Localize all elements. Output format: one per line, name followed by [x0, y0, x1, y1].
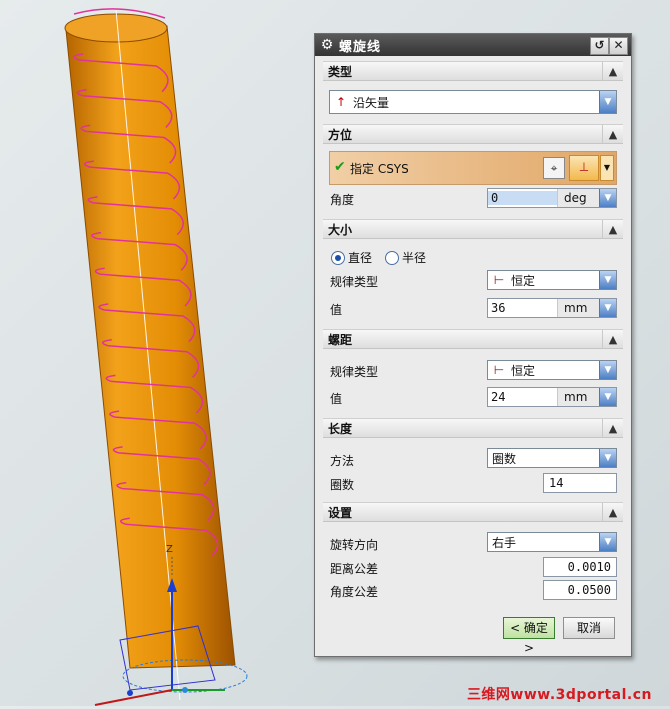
chevron-down-icon[interactable]: ▼ [599, 388, 616, 406]
close-button[interactable]: ✕ [609, 37, 628, 55]
section-pitch-header[interactable]: 螺距 ▲ [323, 329, 623, 349]
collapse-icon[interactable]: ▲ [602, 330, 623, 349]
size-law-type-label: 规律类型 [330, 275, 379, 289]
pitch-law-type-select[interactable]: ⊢ 恒定 ▼ [487, 360, 617, 380]
law-constant-icon: ⊢ [493, 273, 505, 287]
section-type-title: 类型 [328, 65, 353, 79]
angle-unit: deg [557, 189, 599, 207]
gear-icon[interactable]: ⚙ [319, 37, 335, 53]
radio-radius-label: 半径 [402, 251, 427, 265]
dist-tol-label: 距离公差 [330, 562, 379, 576]
dialog-titlebar[interactable]: ⚙ 螺旋线 ↺ ✕ [315, 34, 631, 56]
collapse-icon[interactable]: ▲ [602, 220, 623, 239]
law-constant-icon: ⊢ [493, 363, 505, 377]
x-axis-arrow [94, 689, 173, 706]
radio-radius[interactable]: 半径 [385, 249, 426, 266]
collapse-icon[interactable]: ▲ [602, 503, 623, 522]
watermark: 三维网www.3dportal.cn [466, 687, 652, 703]
pitch-law-type-value: 恒定 [511, 363, 536, 378]
radio-selected-icon [331, 250, 345, 265]
specify-csys-label: 指定 CSYS [350, 162, 409, 176]
section-type-header[interactable]: 类型 ▲ [323, 61, 623, 81]
rotation-label: 旋转方向 [330, 538, 379, 552]
chevron-down-icon[interactable]: ▼ [599, 271, 616, 289]
angle-tol-label: 角度公差 [330, 585, 379, 599]
size-law-type-select[interactable]: ⊢ 恒定 ▼ [487, 270, 617, 290]
chevron-down-icon[interactable]: ▼ [599, 91, 616, 113]
collapse-icon[interactable]: ▲ [602, 62, 623, 81]
length-method-value: 圈数 [492, 451, 517, 466]
length-method-select[interactable]: 圈数 ▼ [487, 448, 617, 468]
chevron-down-icon[interactable]: ▼ [600, 155, 614, 181]
chevron-down-icon[interactable]: ▼ [599, 189, 616, 207]
type-select-value: 沿矢量 [353, 95, 390, 110]
check-icon: ✔ [334, 159, 346, 175]
chevron-down-icon[interactable]: ▼ [599, 299, 616, 317]
csys-dialog-icon[interactable]: ⌖ [543, 157, 565, 179]
reset-button[interactable]: ↺ [590, 37, 609, 55]
angle-tol-input[interactable]: 0.0500 [543, 580, 617, 600]
section-orientation-title: 方位 [328, 128, 353, 142]
size-unit: mm [557, 299, 599, 317]
angle-label: 角度 [330, 193, 355, 207]
chevron-down-icon[interactable]: ▼ [599, 361, 616, 379]
section-length-title: 长度 [328, 422, 353, 436]
type-select[interactable]: ↑ 沿矢量 ▼ [329, 90, 617, 114]
section-size-header[interactable]: 大小 ▲ [323, 219, 623, 239]
size-law-type-value: 恒定 [511, 273, 536, 288]
vector-arrow-icon: ↑ [335, 95, 347, 109]
collapse-icon[interactable]: ▲ [602, 419, 623, 438]
section-settings-header[interactable]: 设置 ▲ [323, 502, 623, 522]
ok-button[interactable]: < 确定 > [503, 617, 555, 655]
turns-input[interactable]: 14 [543, 473, 617, 493]
section-length-header[interactable]: 长度 ▲ [323, 418, 623, 438]
size-value-input[interactable]: 36 [488, 301, 557, 315]
section-size-title: 大小 [328, 223, 353, 237]
chevron-down-icon[interactable]: ▼ [599, 533, 616, 551]
pitch-law-type-label: 规律类型 [330, 365, 379, 379]
rotation-value: 右手 [492, 535, 517, 550]
cylinder-top-cap [64, 13, 168, 43]
size-value-field[interactable]: 36 mm ▼ [487, 298, 617, 318]
turns-label: 圈数 [330, 478, 355, 492]
size-value-label: 值 [330, 303, 343, 317]
length-method-label: 方法 [330, 454, 355, 468]
dist-tol-input[interactable]: 0.0010 [543, 557, 617, 577]
section-orientation-header[interactable]: 方位 ▲ [323, 124, 623, 144]
helix-dialog: ⚙ 螺旋线 ↺ ✕ 类型 ▲ ↑ 沿矢量 ▼ 方位 ▲ ✔ 指定 CSYS ⌖ … [314, 33, 632, 657]
csys-origin [127, 690, 133, 696]
specify-csys-row[interactable]: ✔ 指定 CSYS ⌖ ⟂ ▼ [329, 151, 617, 185]
cylinder-body [65, 25, 236, 669]
pitch-value-input[interactable]: 24 [488, 390, 557, 404]
radio-diameter[interactable]: 直径 [331, 249, 372, 266]
radio-unselected-icon [385, 250, 399, 265]
dialog-title: 螺旋线 [339, 39, 382, 55]
cancel-button[interactable]: 取消 [563, 617, 615, 639]
chevron-down-icon[interactable]: ▼ [599, 449, 616, 467]
angle-input[interactable]: 0 [488, 191, 557, 205]
rotation-select[interactable]: 右手 ▼ [487, 532, 617, 552]
collapse-icon[interactable]: ▲ [602, 125, 623, 144]
angle-field[interactable]: 0 deg ▼ [487, 188, 617, 208]
section-settings-title: 设置 [328, 506, 353, 520]
csys-origin-2 [182, 687, 188, 693]
z-axis-label: Z [166, 544, 173, 555]
pitch-unit: mm [557, 388, 599, 406]
section-pitch-title: 螺距 [328, 333, 353, 347]
pitch-value-field[interactable]: 24 mm ▼ [487, 387, 617, 407]
csys-type-icon[interactable]: ⟂ [569, 155, 599, 181]
radio-diameter-label: 直径 [348, 251, 373, 265]
pitch-value-label: 值 [330, 392, 343, 406]
